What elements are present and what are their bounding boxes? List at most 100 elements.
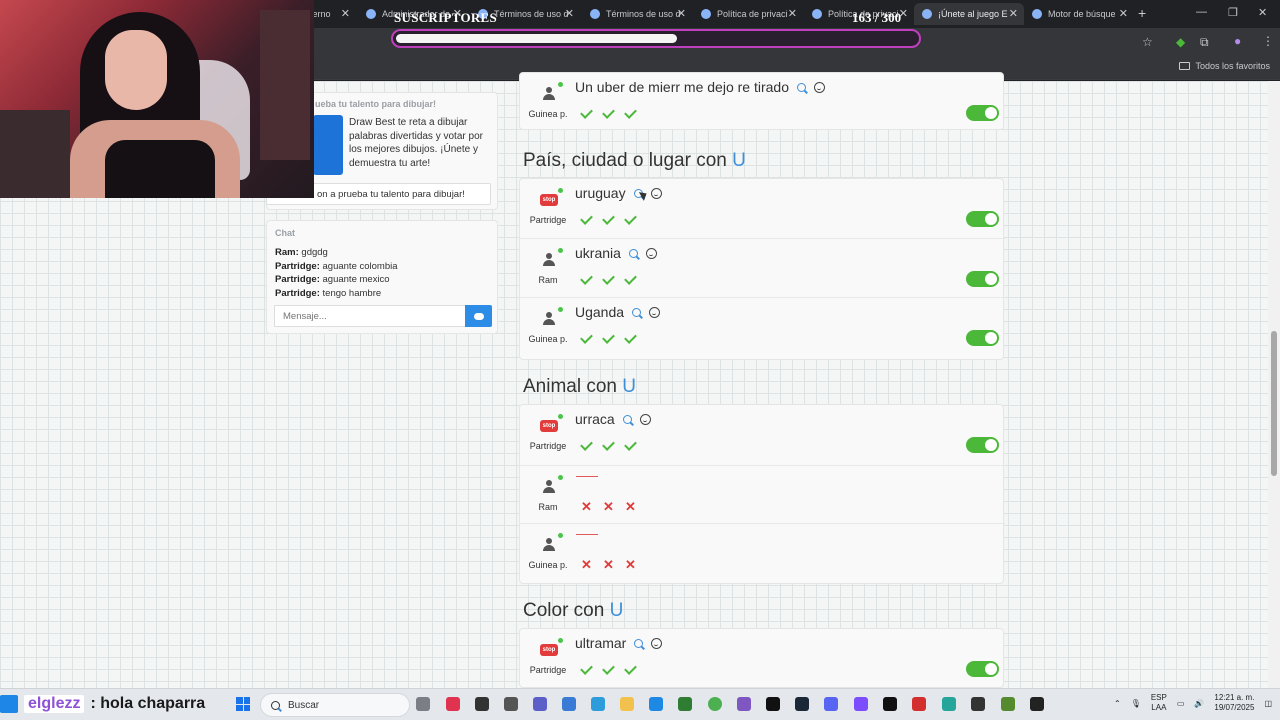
promo-title: ueba tu talento para dibujar! <box>315 99 437 109</box>
chrome-icon[interactable] <box>708 697 722 711</box>
player-name: Partridge <box>529 665 567 675</box>
browser-tab[interactable]: Motor de búsque ✕ <box>1024 3 1134 25</box>
result-card: stop Partridge urraca Ram ✕ ✕ ✕ Guinea p… <box>519 404 1005 584</box>
close-icon[interactable]: ✕ <box>565 7 574 20</box>
all-bookmarks-button[interactable]: Todos los favoritos <box>1179 61 1270 71</box>
accept-toggle[interactable] <box>966 661 999 677</box>
minimize-icon[interactable]: — <box>1196 6 1207 18</box>
clock[interactable]: 12:21 a. m. 19/07/2025 <box>1214 693 1254 713</box>
close-icon[interactable]: ✕ <box>788 7 797 20</box>
steam-icon[interactable] <box>795 697 809 711</box>
app-icon[interactable] <box>737 697 751 711</box>
smiley-icon[interactable] <box>650 187 662 199</box>
accept-toggle[interactable] <box>966 437 999 453</box>
x-icon: ✕ <box>581 557 592 572</box>
notification-icon[interactable]: ◫ <box>1264 699 1272 708</box>
copilot-icon[interactable] <box>591 697 605 711</box>
search-icon[interactable] <box>797 82 806 92</box>
window-close-icon[interactable]: ✕ <box>1258 6 1267 19</box>
search-icon[interactable] <box>632 307 642 317</box>
site-icon <box>922 9 932 19</box>
chat-message-input[interactable] <box>274 305 466 327</box>
online-status-icon <box>558 638 563 643</box>
more-menu-icon[interactable]: ⋮ <box>1262 34 1274 48</box>
search-icon[interactable] <box>634 638 644 648</box>
accept-toggle[interactable] <box>966 105 999 121</box>
store-icon[interactable] <box>562 697 576 711</box>
page-scrollbar[interactable] <box>1268 81 1280 688</box>
chat-panel: Chat Ram: gdgdg Partridge: aguante colom… <box>266 220 498 334</box>
smiley-icon[interactable] <box>645 247 657 259</box>
extensions-icon[interactable]: ⧉ <box>1200 35 1209 50</box>
lang-line: LAA <box>1151 703 1167 712</box>
votes <box>579 273 638 286</box>
profile-avatar-icon[interactable]: ● <box>1234 34 1241 48</box>
app-icon[interactable] <box>854 697 868 711</box>
send-message-icon <box>473 312 484 320</box>
browser-tab-active[interactable]: ¡Únete al juego E ✕ <box>914 3 1024 25</box>
chat-message: Ram: gdgdg <box>275 246 398 260</box>
check-icon <box>579 663 594 676</box>
volume-icon[interactable]: 🔊 <box>1194 699 1204 708</box>
site-icon <box>701 9 711 19</box>
obs-icon[interactable] <box>971 697 985 711</box>
taskbar-search[interactable]: Buscar <box>260 693 410 717</box>
accept-toggle[interactable] <box>966 271 999 287</box>
app-icon[interactable] <box>446 697 460 711</box>
file-explorer-icon[interactable] <box>620 697 634 711</box>
epic-games-icon[interactable] <box>766 697 780 711</box>
close-icon[interactable]: ✕ <box>677 7 686 20</box>
smiley-icon[interactable] <box>649 306 661 318</box>
player-name: Guinea p. <box>528 560 568 570</box>
star-icon[interactable]: ☆ <box>1142 35 1153 49</box>
windows-start-icon[interactable] <box>236 697 250 711</box>
app-icon[interactable] <box>912 697 926 711</box>
maximize-icon[interactable]: ❐ <box>1228 6 1238 19</box>
browser-tab[interactable]: Términos de uso d ✕ <box>582 3 692 25</box>
browser-tab[interactable]: Política de privaci ✕ <box>693 3 803 25</box>
close-icon[interactable]: ✕ <box>341 7 350 20</box>
answer-word: uruguay <box>575 185 626 201</box>
smiley-icon[interactable] <box>814 81 825 93</box>
notion-icon[interactable] <box>1030 697 1044 711</box>
smiley-icon[interactable] <box>639 413 651 425</box>
task-view-icon[interactable] <box>416 697 430 711</box>
discord-icon[interactable] <box>824 697 838 711</box>
answer-word: urraca <box>575 411 615 427</box>
microphone-icon[interactable]: 🎙 <box>1131 699 1141 708</box>
all-bookmarks-label: Todos los favoritos <box>1195 61 1270 71</box>
tiktok-icon[interactable] <box>883 697 897 711</box>
chat-user: Partridge: <box>275 274 320 285</box>
network-icon[interactable]: ▭ <box>1177 699 1185 708</box>
accept-toggle[interactable] <box>966 211 999 227</box>
teams-icon[interactable] <box>533 697 547 711</box>
app-icon[interactable] <box>678 697 692 711</box>
online-status-icon <box>558 188 563 193</box>
category-name: País, ciudad o lugar con <box>523 150 727 171</box>
chevron-up-icon[interactable]: ⌃ <box>1114 699 1121 708</box>
search-icon[interactable] <box>628 248 638 258</box>
accept-toggle[interactable] <box>966 330 999 346</box>
scrollbar-thumb[interactable] <box>1271 331 1277 476</box>
new-tab-icon[interactable]: + <box>1138 5 1146 21</box>
calendar-icon[interactable] <box>475 697 489 711</box>
edge-icon[interactable] <box>649 697 663 711</box>
votes: ✕ ✕ ✕ <box>579 558 638 571</box>
votes <box>579 332 638 345</box>
close-icon[interactable]: ✕ <box>1119 7 1128 20</box>
app-icon[interactable] <box>942 697 956 711</box>
person-icon <box>540 536 558 554</box>
result-row: stop Partridge uruguay <box>520 179 1005 237</box>
minecraft-icon[interactable] <box>1001 697 1015 711</box>
answer-text: Uganda <box>575 304 661 320</box>
language-indicator[interactable]: ESP LAA <box>1151 693 1167 713</box>
chat-user: Ram: <box>275 247 299 258</box>
check-icon <box>579 332 594 345</box>
extension-shield-icon[interactable]: ◆ <box>1176 35 1185 49</box>
search-icon[interactable] <box>622 414 632 424</box>
close-icon[interactable]: ✕ <box>1009 7 1018 20</box>
chat-send-button[interactable] <box>465 305 492 327</box>
category-name: Animal con <box>523 376 617 397</box>
app-icon[interactable] <box>504 697 518 711</box>
smiley-icon[interactable] <box>651 637 663 649</box>
